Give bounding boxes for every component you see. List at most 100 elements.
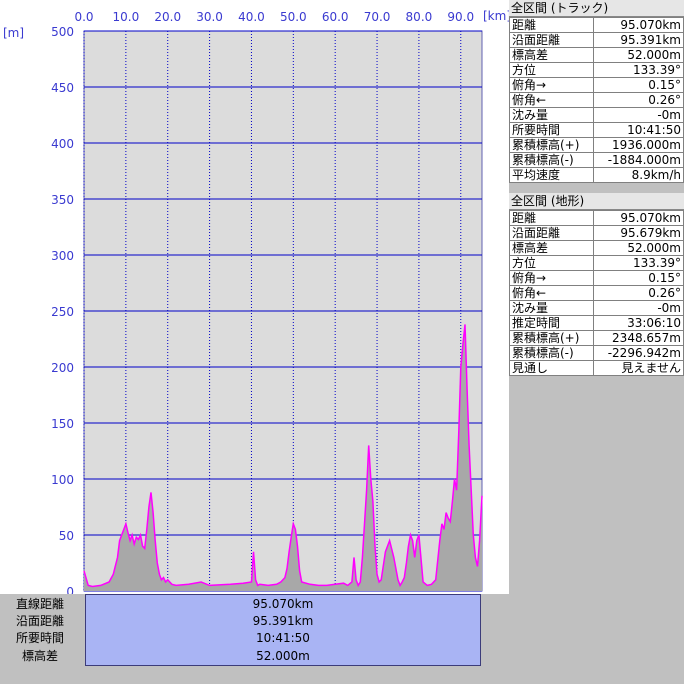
x-tick-label: 30.0: [196, 10, 223, 24]
terrain-info-table: 距離 95.070km 沿面距離 95.679km 標高差 52.000m 方位 133…: [509, 210, 684, 376]
y-tick-label: 200: [51, 361, 74, 375]
info-label: 沈み量: [509, 300, 594, 316]
info-label: 標高差: [509, 240, 594, 256]
info-value: -0m: [592, 300, 684, 316]
info-value: -1884.000m: [592, 152, 684, 168]
table-row: 所要時間 10:41:50: [509, 122, 684, 138]
table-row: 標高差 52.000m: [509, 240, 684, 256]
info-label: 累積標高(+): [509, 137, 594, 153]
track-info-panel: 全区間 (トラック) 距離 95.070km 沿面距離 95.391km 標高差 52…: [509, 0, 684, 183]
x-axis-unit-label: [km]: [483, 9, 509, 23]
info-value: 33:06:10: [592, 315, 684, 331]
info-label: 距離: [509, 17, 594, 33]
y-tick-label: 250: [51, 305, 74, 319]
y-tick-label: 150: [51, 417, 74, 431]
table-row: 平均速度 8.9km/h: [509, 167, 684, 183]
table-row: 沿面距離 95.679km: [509, 225, 684, 241]
summary-value: 52.000m: [256, 649, 310, 663]
info-label: 俯角→: [509, 77, 594, 93]
info-label: 方位: [509, 255, 594, 271]
summary-section: 直線距離 95.070km 沿面距離 95.391km 所要時間 10:41:5…: [0, 594, 509, 684]
track-panel-header: 全区間 (トラック): [509, 0, 684, 17]
table-row: 累積標高(+) 1936.000m: [509, 137, 684, 153]
summary-label: 沿面距離: [15, 614, 64, 628]
x-tick-label: 80.0: [406, 10, 433, 24]
table-row: 方位 133.39°: [509, 255, 684, 271]
info-label: 累積標高(+): [509, 330, 594, 346]
x-tick-label: 70.0: [364, 10, 391, 24]
terrain-panel-header: 全区間 (地形): [509, 193, 684, 210]
summary-row: 標高差 52.000m: [0, 648, 509, 664]
info-value: 8.9km/h: [592, 167, 684, 183]
info-label: 累積標高(-): [509, 345, 594, 361]
y-tick-label: 450: [51, 81, 74, 95]
info-label: 方位: [509, 62, 594, 78]
info-value: 133.39°: [592, 255, 684, 271]
summary-value: 95.070km: [252, 597, 314, 611]
table-row: 推定時間 33:06:10: [509, 315, 684, 331]
elevation-chart[interactable]: 0.0 10.0 20.0 30.0 40.0 50.0 60.0 70.0 80.0 90.0 …: [0, 0, 509, 594]
info-value: -0m: [592, 107, 684, 123]
y-tick-label: 50: [59, 529, 74, 543]
table-row: 俯角→ 0.15°: [509, 270, 684, 286]
info-label: 平均速度: [509, 167, 594, 183]
info-value: 95.679km: [592, 225, 684, 241]
table-row: 俯角→ 0.15°: [509, 77, 684, 93]
info-label: 推定時間: [509, 315, 594, 331]
x-tick-label: 20.0: [154, 10, 181, 24]
info-value: 52.000m: [592, 47, 684, 63]
y-tick-label: 300: [51, 249, 74, 263]
info-value: 0.26°: [592, 285, 684, 301]
table-row: 俯角← 0.26°: [509, 285, 684, 301]
info-value: 見えません: [592, 360, 684, 376]
y-axis-unit-label: [m]: [3, 26, 24, 40]
info-value: 10:41:50: [592, 122, 684, 138]
info-label: 標高差: [509, 47, 594, 63]
x-tick-label: 60.0: [322, 10, 349, 24]
summary-value: 10:41:50: [256, 631, 310, 645]
info-label: 俯角←: [509, 92, 594, 108]
table-row: 距離 95.070km: [509, 17, 684, 33]
info-value: 0.15°: [592, 270, 684, 286]
info-label: 見通し: [509, 360, 594, 376]
info-value: 95.070km: [592, 17, 684, 33]
info-label: 沿面距離: [509, 225, 594, 241]
info-label: 俯角→: [509, 270, 594, 286]
table-row: 沿面距離 95.391km: [509, 32, 684, 48]
info-label: 俯角←: [509, 285, 594, 301]
info-value: -2296.942m: [592, 345, 684, 361]
summary-label: 標高差: [21, 649, 58, 663]
x-tick-label: 50.0: [280, 10, 307, 24]
x-tick-label: 90.0: [447, 10, 474, 24]
info-label: 沿面距離: [509, 32, 594, 48]
info-value: 0.15°: [592, 77, 684, 93]
table-row: 方位 133.39°: [509, 62, 684, 78]
info-label: 所要時間: [509, 122, 594, 138]
x-tick-label: 40.0: [238, 10, 265, 24]
table-row: 累積標高(+) 2348.657m: [509, 330, 684, 346]
table-row: 見通し 見えません: [509, 360, 684, 376]
summary-label: 直線距離: [15, 597, 64, 611]
table-row: 距離 95.070km: [509, 210, 684, 226]
table-row: 標高差 52.000m: [509, 47, 684, 63]
info-value: 95.391km: [592, 32, 684, 48]
summary-row: 所要時間 10:41:50: [0, 630, 509, 646]
y-tick-label: 400: [51, 137, 74, 151]
info-value: 52.000m: [592, 240, 684, 256]
y-tick-label: 0: [66, 585, 74, 594]
info-label: 累積標高(-): [509, 152, 594, 168]
summary-value: 95.391km: [252, 614, 314, 628]
summary-label: 所要時間: [15, 631, 64, 645]
info-value: 1936.000m: [592, 137, 684, 153]
info-label: 沈み量: [509, 107, 594, 123]
info-label: 距離: [509, 210, 594, 226]
table-row: 累積標高(-) -1884.000m: [509, 152, 684, 168]
terrain-info-panel: 全区間 (地形) 距離 95.070km 沿面距離 95.679km 標高差 52.0…: [509, 193, 684, 376]
info-value: 0.26°: [592, 92, 684, 108]
y-tick-label: 100: [51, 473, 74, 487]
track-info-table: 距離 95.070km 沿面距離 95.391km 標高差 52.000m 方位 133…: [509, 17, 684, 183]
y-tick-label: 500: [51, 25, 74, 39]
x-tick-label: 10.0: [113, 10, 140, 24]
info-value: 2348.657m: [592, 330, 684, 346]
summary-row: 沿面距離 95.391km: [0, 613, 509, 629]
